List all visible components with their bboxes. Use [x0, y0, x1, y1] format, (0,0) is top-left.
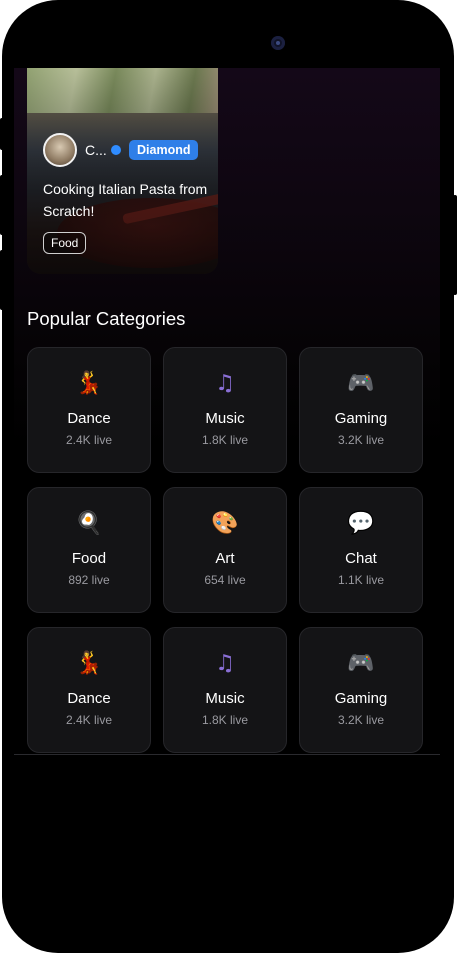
verified-icon: [111, 145, 121, 155]
category-card-art[interactable]: 🎨 Art 654 live: [163, 487, 287, 613]
category-card-dance[interactable]: 💃 Dance 2.4K live: [27, 347, 151, 473]
music-note-icon: ♫: [215, 651, 235, 676]
category-live-count: 3.2K live: [337, 713, 385, 727]
category-live-count: 2.4K live: [65, 433, 113, 447]
section-title: Popular Categories: [27, 308, 186, 329]
category-name: Dance: [67, 410, 111, 427]
category-name: Art: [215, 550, 235, 567]
category-live-count: 3.2K live: [337, 433, 385, 447]
game-controller-icon: 🎮: [347, 371, 375, 396]
category-name: Chat: [345, 550, 377, 567]
stream-title: Cooking Italian Pasta from Scratch!: [43, 181, 208, 219]
dancer-icon: 💃: [75, 651, 103, 676]
category-card-music[interactable]: ♫ Music 1.8K live: [163, 627, 287, 753]
host-row: C... Diamond: [43, 133, 199, 167]
app-screen: C... Diamond Cooking Italian Pasta from …: [14, 68, 440, 758]
category-live-count: 1.1K live: [337, 573, 385, 587]
power-button: [453, 195, 457, 295]
host-name[interactable]: C...: [85, 142, 107, 158]
frying-pan-egg-icon: 🍳: [75, 511, 103, 536]
tier-badge: Diamond: [129, 140, 199, 160]
volume-up-button: [0, 175, 4, 235]
category-name: Gaming: [334, 410, 388, 427]
category-live-count: 1.8K live: [201, 433, 249, 447]
speech-bubble-icon: 💬: [347, 511, 375, 536]
category-live-count: 892 live: [68, 573, 110, 587]
category-live-count: 2.4K live: [65, 713, 113, 727]
category-card-dance[interactable]: 💃 Dance 2.4K live: [27, 627, 151, 753]
game-controller-icon: 🎮: [347, 651, 375, 676]
category-name: Dance: [67, 690, 111, 707]
artist-palette-icon: 🎨: [211, 511, 239, 536]
category-name: Music: [205, 410, 245, 427]
avatar[interactable]: [43, 133, 77, 167]
music-note-icon: ♫: [215, 371, 235, 396]
dancer-icon: 💃: [75, 371, 103, 396]
category-live-count: 1.8K live: [201, 713, 249, 727]
camera-icon: [271, 36, 285, 50]
category-name: Music: [205, 690, 245, 707]
category-name: Gaming: [334, 690, 388, 707]
category-grid: 💃 Dance 2.4K live ♫ Music 1.8K live 🎮 Ga…: [27, 347, 423, 753]
category-card-chat[interactable]: 💬 Chat 1.1K live: [299, 487, 423, 613]
category-live-count: 654 live: [204, 573, 246, 587]
category-card-gaming[interactable]: 🎮 Gaming 3.2K live: [299, 347, 423, 473]
volume-down-button: [0, 250, 4, 310]
category-card-gaming[interactable]: 🎮 Gaming 3.2K live: [299, 627, 423, 753]
mute-switch: [0, 118, 4, 150]
category-name: Food: [71, 550, 107, 567]
stream-tag[interactable]: Food: [43, 232, 87, 254]
stream-card[interactable]: C... Diamond Cooking Italian Pasta from …: [27, 68, 218, 274]
divider: [14, 754, 440, 755]
phone-frame: C... Diamond Cooking Italian Pasta from …: [2, 0, 454, 953]
category-card-food[interactable]: 🍳 Food 892 live: [27, 487, 151, 613]
category-card-music[interactable]: ♫ Music 1.8K live: [163, 347, 287, 473]
